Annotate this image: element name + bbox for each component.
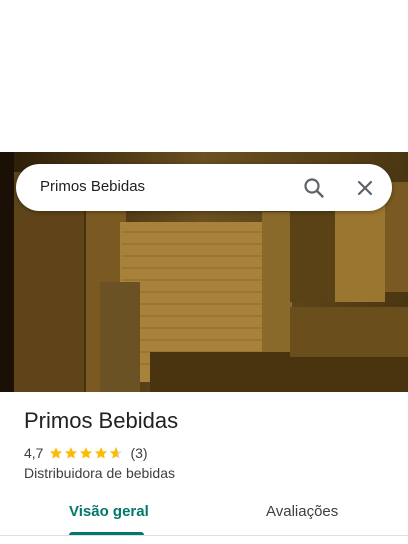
review-count[interactable]: (3) (130, 445, 147, 461)
place-category: Distribuidora de bebidas (24, 465, 175, 481)
star-icon (80, 447, 93, 459)
close-icon (357, 180, 373, 196)
search-bar[interactable]: Primos Bebidas (16, 164, 392, 211)
search-input[interactable]: Primos Bebidas (40, 178, 145, 195)
star-icon (65, 447, 78, 459)
clear-search-button[interactable] (351, 174, 379, 202)
rating-row[interactable]: 4,7 (3) (24, 444, 148, 462)
tabs-divider (0, 535, 408, 536)
tab-reviews[interactable]: Avaliações (266, 503, 338, 520)
tab-overview[interactable]: Visão geral (69, 503, 149, 520)
place-title: Primos Bebidas (24, 408, 179, 433)
star-rating (49, 446, 124, 460)
star-icon (95, 447, 108, 459)
star-half-icon (110, 447, 123, 459)
search-button[interactable] (300, 174, 328, 202)
star-icon (50, 447, 63, 459)
blank-area (0, 0, 408, 152)
rating-value: 4,7 (24, 445, 44, 461)
search-icon (304, 178, 324, 198)
